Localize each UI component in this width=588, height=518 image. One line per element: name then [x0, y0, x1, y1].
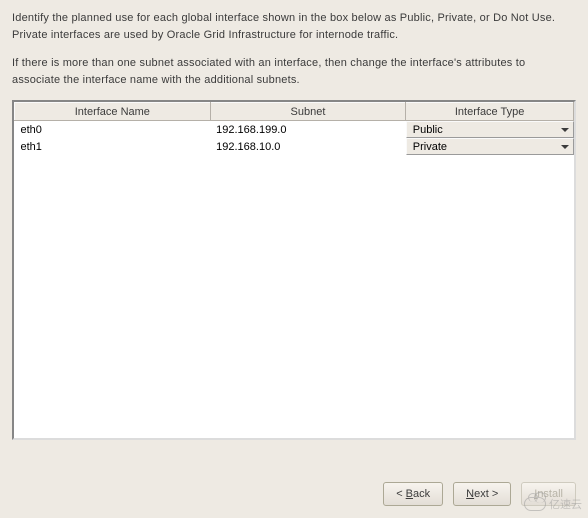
table-row[interactable]: eth1 192.168.10.0 Private [15, 138, 574, 155]
col-header-type[interactable]: Interface Type [406, 103, 574, 121]
chevron-down-icon [561, 145, 569, 149]
cell-subnet[interactable]: 192.168.10.0 [210, 138, 406, 155]
back-button[interactable]: < Back [383, 482, 443, 506]
col-header-name[interactable]: Interface Name [15, 103, 211, 121]
chevron-down-icon [561, 128, 569, 132]
install-button: Install [521, 482, 576, 506]
next-button[interactable]: Next > [453, 482, 511, 506]
cell-interface-name[interactable]: eth1 [15, 138, 211, 155]
select-value: Private [413, 141, 447, 153]
interface-table: Interface Name Subnet Interface Type eth… [14, 102, 574, 155]
cell-subnet[interactable]: 192.168.199.0 [210, 121, 406, 139]
back-label: < Back [396, 488, 430, 500]
cell-interface-name[interactable]: eth0 [15, 121, 211, 139]
instructions-p1: Identify the planned use for each global… [12, 10, 576, 43]
table-row[interactable]: eth0 192.168.199.0 Public [15, 121, 574, 139]
select-value: Public [413, 124, 443, 136]
interface-type-select[interactable]: Public [406, 121, 574, 138]
instructions-text: Identify the planned use for each global… [12, 10, 576, 88]
instructions-p2: If there is more than one subnet associa… [12, 55, 576, 88]
wizard-button-bar: < Back Next > Install [383, 482, 576, 506]
interface-table-container: Interface Name Subnet Interface Type eth… [12, 100, 576, 440]
next-label: Next > [466, 488, 498, 500]
install-label: Install [534, 488, 563, 500]
interface-type-select[interactable]: Private [406, 138, 574, 155]
col-header-subnet[interactable]: Subnet [210, 103, 406, 121]
